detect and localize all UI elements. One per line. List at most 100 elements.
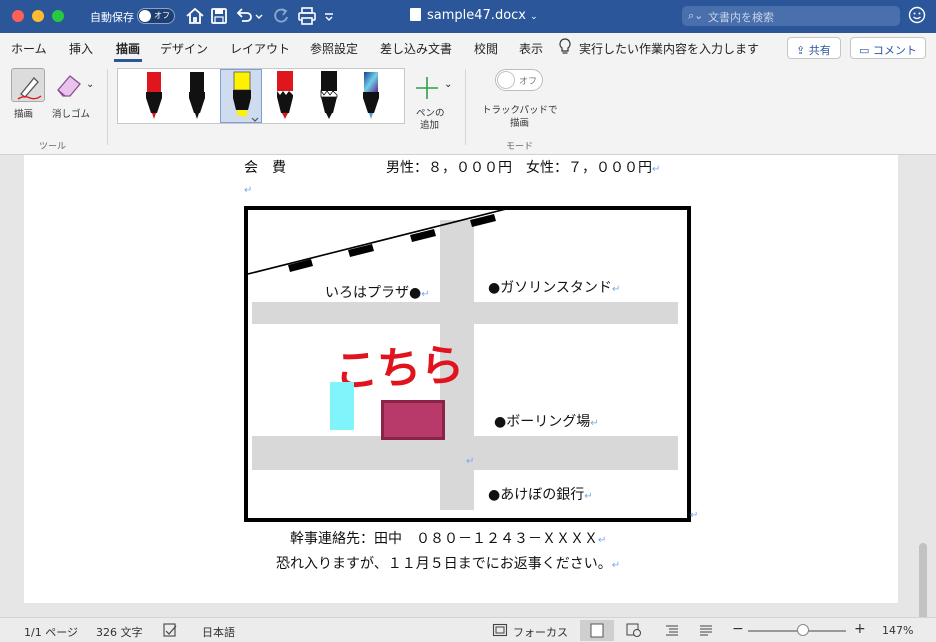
fee-text: 男性：８，０００円 女性：７，０００円↵ bbox=[386, 157, 660, 177]
print-icon[interactable] bbox=[296, 5, 318, 27]
share-icon: ⇪ bbox=[796, 44, 809, 57]
paragraph-mark: ↵ bbox=[421, 289, 430, 300]
search-document-input[interactable]: ⌕⌄ 文書内を検索 bbox=[682, 6, 900, 26]
tools-group-label: ツール bbox=[39, 142, 67, 152]
contact-line: 幹事連絡先：田中 ０８０－１２４３－ＸＸＸＸ↵ bbox=[290, 528, 606, 548]
focus-label[interactable]: フォーカス bbox=[513, 624, 568, 640]
tab-layout[interactable]: レイアウト bbox=[230, 40, 290, 57]
map-paragraph-mark: ↵ bbox=[690, 506, 698, 522]
share-button[interactable]: ⇪ 共有 bbox=[787, 37, 841, 59]
chevron-down-icon[interactable] bbox=[253, 5, 265, 27]
trackpad-state: オフ bbox=[519, 77, 538, 87]
status-bar: 1/1 ページ 326 文字 日本語 フォーカス − + 147% bbox=[0, 617, 936, 642]
add-pen-chevron-icon[interactable]: ⌄ bbox=[444, 79, 452, 90]
draw-label: 描画 bbox=[14, 109, 34, 120]
yellow-highlighter[interactable] bbox=[220, 69, 262, 123]
add-pen-button[interactable]: ⌄ ペンの 追加 bbox=[410, 71, 452, 131]
eraser-chevron-icon[interactable]: ⌄ bbox=[86, 79, 94, 90]
black-pen[interactable] bbox=[176, 69, 218, 123]
maximize-window-button[interactable] bbox=[52, 10, 64, 22]
tab-review[interactable]: 校閲 bbox=[474, 40, 498, 57]
outline-view-icon[interactable] bbox=[664, 623, 680, 637]
map-drawing[interactable]: いろはプラザ●↵ ●ガソリンスタンド↵ こちら ●ボーリング場↵ ↵ ●あけぼの… bbox=[244, 206, 691, 522]
red-pen-icon bbox=[146, 72, 162, 119]
gas-station-label: ●ガソリンスタンド↵ bbox=[488, 277, 620, 297]
road-paragraph-mark: ↵ bbox=[466, 452, 474, 468]
trackpad-draw-toggle[interactable]: オフ bbox=[495, 69, 543, 91]
proofing-icon[interactable] bbox=[162, 623, 178, 637]
fee-label: 会 費 bbox=[244, 160, 286, 176]
tab-references[interactable]: 参照設定 bbox=[310, 40, 358, 57]
document-title-text: sample47.docx bbox=[427, 8, 526, 23]
share-label: 共有 bbox=[808, 44, 831, 57]
reply-line: 恐れ入りますが、１１月５日までにお返事ください。↵ bbox=[276, 553, 620, 573]
close-window-button[interactable] bbox=[12, 10, 24, 22]
tab-insert[interactable]: 挿入 bbox=[69, 40, 93, 57]
search-placeholder: 文書内を検索 bbox=[708, 11, 774, 24]
galaxy-pen-icon bbox=[363, 72, 379, 119]
home-icon[interactable] bbox=[184, 5, 206, 27]
gas-station-text: ●ガソリンスタンド bbox=[488, 280, 612, 296]
minimize-window-button[interactable] bbox=[32, 10, 44, 22]
comment-button[interactable]: ▭ コメント bbox=[850, 37, 926, 59]
save-icon[interactable] bbox=[208, 5, 230, 27]
pencil-draw-icon bbox=[17, 77, 42, 100]
tab-design[interactable]: デザイン bbox=[160, 40, 208, 57]
paragraph-mark: ↵ bbox=[584, 491, 593, 502]
draw-tool-button[interactable] bbox=[11, 68, 45, 102]
fee-text-value: 男性：８，０００円 女性：７，０００円 bbox=[386, 160, 652, 176]
zoom-slider-thumb[interactable] bbox=[797, 624, 809, 636]
galaxy-pen[interactable] bbox=[350, 69, 392, 123]
print-layout-view-button[interactable] bbox=[580, 620, 614, 641]
print-layout-icon bbox=[590, 623, 604, 638]
tab-mailings[interactable]: 差し込み文書 bbox=[380, 40, 452, 57]
zoom-out-button[interactable]: − bbox=[732, 621, 744, 637]
zoom-level[interactable]: 147% bbox=[882, 624, 913, 637]
autosave-toggle[interactable]: オフ bbox=[137, 8, 175, 24]
red-marker-icon bbox=[277, 71, 293, 119]
paragraph-mark: ↵ bbox=[690, 510, 699, 521]
paragraph-mark: ↵ bbox=[244, 185, 253, 196]
document-title: sample47.docx ⌄ bbox=[410, 8, 538, 23]
undo-icon[interactable] bbox=[233, 5, 255, 27]
red-marker[interactable] bbox=[264, 69, 306, 123]
eraser-tool-button[interactable] bbox=[52, 68, 86, 102]
draft-view-icon[interactable] bbox=[698, 623, 714, 637]
mode-group-label: モード bbox=[506, 142, 534, 152]
toggle-knob bbox=[497, 71, 515, 89]
highlighter-icon bbox=[233, 71, 259, 122]
paragraph-mark: ↵ bbox=[598, 535, 607, 546]
tab-home[interactable]: ホーム bbox=[11, 40, 47, 57]
paragraph-mark: ↵ bbox=[466, 456, 475, 467]
title-chevron-icon[interactable]: ⌄ bbox=[530, 12, 538, 22]
pen-gallery bbox=[117, 68, 405, 124]
paragraph-mark: ↵ bbox=[611, 560, 621, 571]
paragraph-mark: ↵ bbox=[652, 164, 661, 175]
web-layout-icon[interactable] bbox=[626, 623, 642, 637]
bank-text: ●あけぼの銀行 bbox=[488, 487, 585, 503]
autosave-label: 自動保存 bbox=[90, 11, 134, 24]
autosave-state: オフ bbox=[154, 11, 170, 20]
tab-draw[interactable]: 描画 bbox=[113, 40, 143, 62]
contact-text: 幹事連絡先：田中 ０８０－１２４３－ＸＸＸＸ bbox=[290, 531, 598, 547]
black-marker[interactable] bbox=[308, 69, 350, 123]
tell-me-input[interactable]: 実行したい作業内容を入力します bbox=[579, 40, 759, 57]
search-icon: ⌕⌄ bbox=[688, 9, 704, 22]
black-pen-icon bbox=[189, 72, 205, 119]
empty-paragraph: ↵ bbox=[244, 181, 252, 197]
page-count[interactable]: 1/1 ページ bbox=[24, 624, 78, 640]
trackpad-label-2: 描画 bbox=[510, 118, 530, 129]
feedback-smiley-icon[interactable] bbox=[908, 6, 926, 24]
redo-icon[interactable] bbox=[270, 5, 292, 27]
venue-building bbox=[381, 400, 445, 440]
red-pen[interactable] bbox=[133, 69, 175, 123]
zoom-in-button[interactable]: + bbox=[854, 621, 866, 637]
language[interactable]: 日本語 bbox=[202, 624, 235, 640]
comment-label: コメント bbox=[872, 44, 917, 57]
customize-toolbar-icon[interactable] bbox=[322, 5, 336, 27]
paragraph-mark: ↵ bbox=[590, 418, 599, 429]
tab-view[interactable]: 表示 bbox=[519, 40, 543, 57]
focus-icon[interactable] bbox=[492, 623, 508, 637]
ribbon-tabs: ホーム 挿入 描画 デザイン レイアウト 参照設定 差し込み文書 校閲 表示 実… bbox=[0, 33, 936, 63]
word-count[interactable]: 326 文字 bbox=[96, 624, 143, 640]
